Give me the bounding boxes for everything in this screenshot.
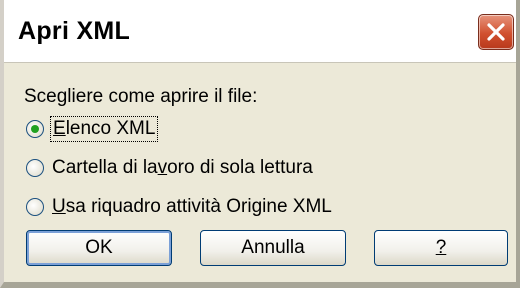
close-button[interactable] <box>478 14 514 50</box>
cancel-button[interactable]: Annulla <box>200 230 346 266</box>
open-xml-dialog: Apri XML Scegliere come aprire il file: … <box>0 0 520 288</box>
prompt-label: Scegliere come aprire il file: <box>24 86 258 107</box>
radio-button[interactable] <box>26 159 44 177</box>
option-label: Cartella di lavoro di sola lettura <box>52 157 313 178</box>
option-read-only-workbook[interactable]: Cartella di lavoro di sola lettura <box>26 155 313 181</box>
option-xml-source-pane[interactable]: Usa riquadro attività Origine XML <box>26 194 332 220</box>
close-icon <box>487 23 505 41</box>
window-title: Apri XML <box>18 17 131 45</box>
option-xml-list[interactable]: Elenco XML <box>26 116 159 142</box>
radio-button-selected[interactable] <box>26 120 44 138</box>
ok-button[interactable]: OK <box>26 230 172 266</box>
option-label: Usa riquadro attività Origine XML <box>52 196 332 217</box>
help-button[interactable]: ? <box>374 230 508 266</box>
help-label: ? <box>435 237 447 258</box>
title-bar[interactable]: Apri XML <box>4 0 516 63</box>
option-label: Elenco XML <box>49 116 159 142</box>
radio-button[interactable] <box>26 198 44 216</box>
